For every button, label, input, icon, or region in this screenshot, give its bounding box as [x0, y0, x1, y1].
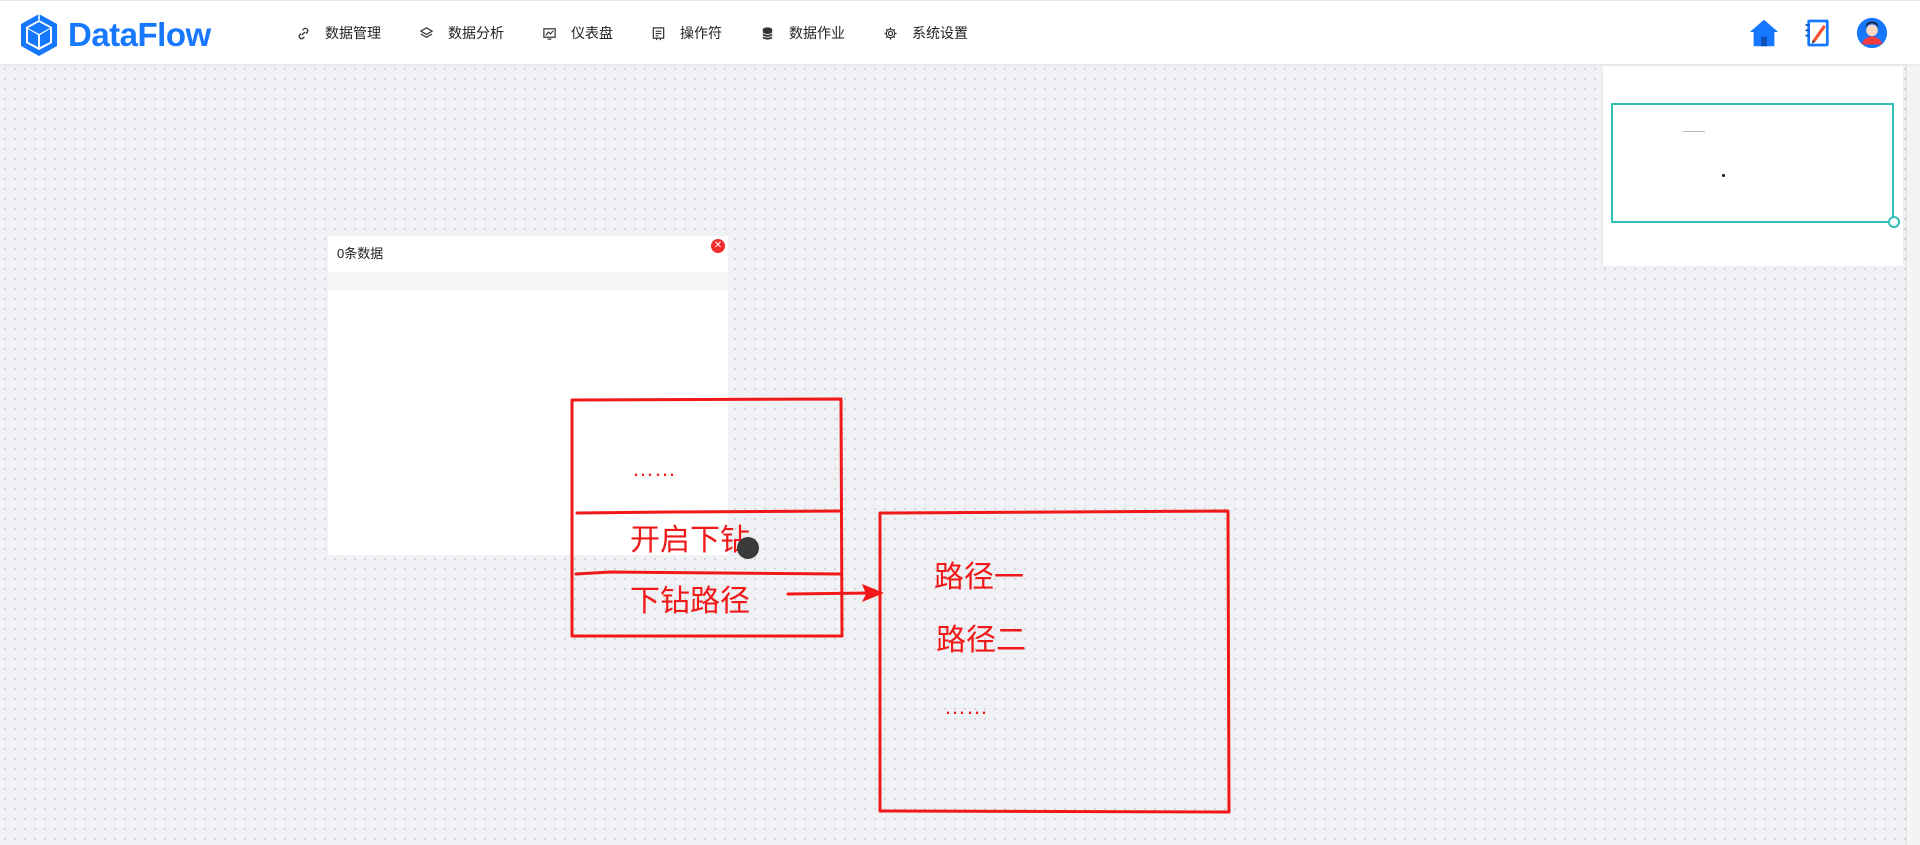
layers-icon: [419, 26, 434, 38]
nav-item-dashboard[interactable]: 仪表盘: [542, 23, 613, 43]
brand-logo[interactable]: DataFlow: [16, 12, 211, 58]
annotation-drilldown-path: 下钻路径: [630, 584, 750, 619]
nav-label: 仪表盘: [571, 25, 613, 41]
mouse-cursor: [737, 537, 759, 559]
minimap[interactable]: [1603, 66, 1903, 266]
vertical-scrollbar[interactable]: [1906, 64, 1920, 845]
top-navigation-bar: DataFlow 数据管理 数据分析 仪表盘 操作符 数据作业 系统设置: [0, 0, 1920, 64]
close-icon[interactable]: ✕: [711, 239, 725, 253]
nav-label: 数据作业: [789, 25, 845, 41]
nav-label: 数据分析: [448, 25, 504, 41]
nav-item-system-settings[interactable]: 系统设置: [883, 23, 968, 43]
notebook-icon: [1805, 19, 1829, 47]
gear-icon: [884, 26, 897, 40]
annotation-path-two: 路径二: [936, 623, 1026, 658]
annotation-path-one: 路径一: [934, 560, 1024, 595]
node-card-title: 0条数据: [328, 236, 728, 272]
nav-label: 系统设置: [912, 25, 968, 41]
nav-label: 数据管理: [325, 25, 381, 41]
annotation-path-ellipsis: ……: [944, 694, 988, 719]
user-avatar-icon: [1856, 17, 1888, 49]
user-avatar[interactable]: [1854, 15, 1890, 51]
data-node-card[interactable]: 0条数据 ✕: [328, 236, 728, 555]
home-icon: [1749, 19, 1779, 47]
operator-icon: [652, 26, 665, 40]
database-icon: [762, 26, 773, 40]
main-nav: 数据管理 数据分析 仪表盘 操作符 数据作业 系统设置: [296, 1, 1006, 65]
nav-item-data-jobs[interactable]: 数据作业: [760, 23, 845, 43]
nav-item-operators[interactable]: 操作符: [651, 23, 722, 43]
dataflow-logo-icon: [21, 14, 57, 56]
home-button[interactable]: [1746, 15, 1782, 51]
link-icon: [298, 27, 309, 39]
brand-name: DataFlow: [68, 16, 211, 53]
annotation-menu-ellipsis: ……: [632, 456, 676, 481]
header-right-actions: [1728, 15, 1890, 51]
minimap-resize-handle[interactable]: [1888, 216, 1900, 228]
nav-label: 操作符: [680, 25, 722, 41]
minimap-viewport[interactable]: [1611, 103, 1894, 223]
annotation-enable-drilldown: 开启下钻: [630, 523, 750, 558]
node-card-subheader: [328, 272, 728, 290]
nav-item-data-management[interactable]: 数据管理: [296, 23, 381, 43]
nav-item-data-analysis[interactable]: 数据分析: [419, 23, 504, 43]
notebook-button[interactable]: [1800, 15, 1836, 51]
dashboard-icon: [543, 27, 556, 40]
